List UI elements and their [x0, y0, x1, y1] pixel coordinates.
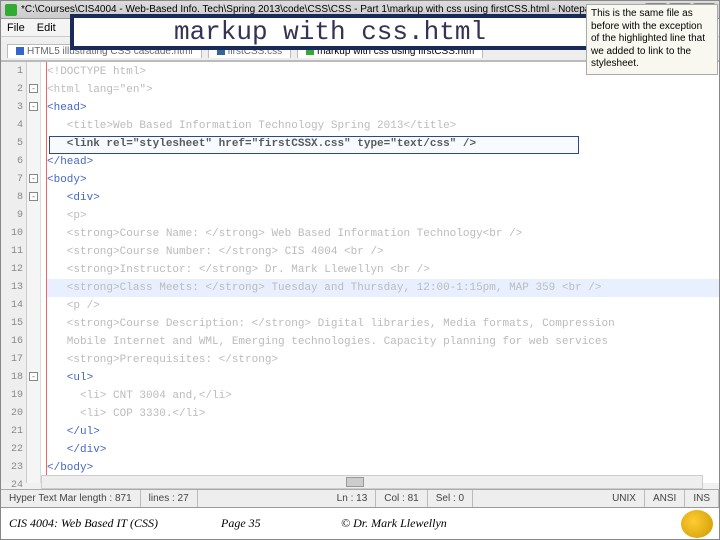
status-lines: lines : 27 [141, 490, 198, 507]
status-col: Col : 81 [376, 490, 427, 507]
status-eol: UNIX [604, 490, 645, 507]
status-length: Hyper Text Mar length : 871 [1, 490, 141, 507]
margin-line [46, 62, 47, 483]
footer-page: Page 35 [221, 516, 341, 531]
horizontal-scrollbar[interactable] [41, 475, 703, 489]
code-editor[interactable]: 123456789101112131415161718192021222324 … [1, 61, 719, 483]
line-numbers: 123456789101112131415161718192021222324 [1, 62, 27, 483]
app-window: *C:\Courses\CIS4004 - Web-Based Info. Te… [0, 0, 720, 540]
status-ins: INS [685, 490, 719, 507]
menu-edit[interactable]: Edit [37, 22, 56, 34]
callout-annotation: This is the same file as before with the… [586, 4, 718, 75]
slide-heading: markup with css.html [174, 17, 486, 47]
slide-footer: CIS 4004: Web Based IT (CSS) Page 35 © D… [1, 507, 719, 539]
scroll-thumb[interactable] [346, 477, 364, 487]
status-sel: Sel : 0 [428, 490, 473, 507]
html-icon [16, 47, 24, 55]
menu-file[interactable]: File [7, 22, 25, 34]
app-icon [5, 4, 17, 16]
code-area[interactable]: <!DOCTYPE html> <html lang="en"> <head> … [41, 62, 719, 483]
footer-course: CIS 4004: Web Based IT (CSS) [1, 516, 221, 531]
statusbar: Hyper Text Mar length : 871 lines : 27 L… [1, 489, 719, 507]
slide-title-overlay: markup with css.html [70, 14, 590, 50]
status-ln: Ln : 13 [329, 490, 377, 507]
status-encoding: ANSI [645, 490, 685, 507]
footer-author: © Dr. Mark Llewellyn [341, 516, 681, 531]
fold-gutter: -- -- - [27, 62, 41, 483]
ucf-logo-icon [681, 510, 713, 538]
